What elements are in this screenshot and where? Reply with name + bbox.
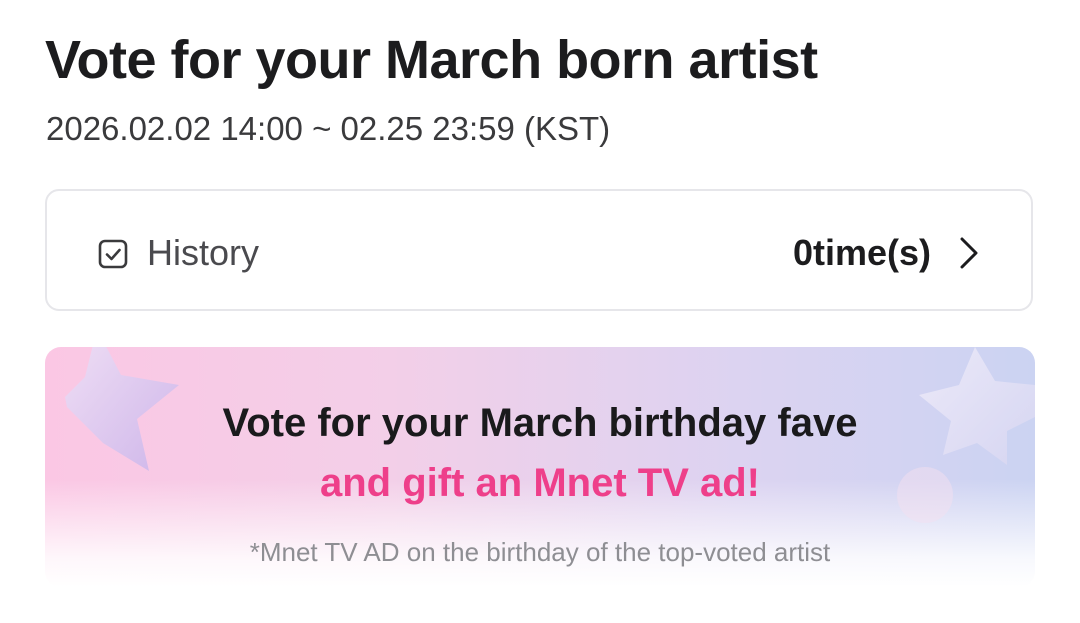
banner-headline: Vote for your March birthday fave xyxy=(222,401,858,445)
banner-subheadline: and gift an Mnet TV ad! xyxy=(320,461,760,505)
vote-period: 2026.02.02 14:00 ~ 02.25 23:59 (KST) xyxy=(46,110,611,147)
history-label: History xyxy=(147,232,260,273)
chevron-right-icon xyxy=(960,237,978,269)
banner-footnote: *Mnet TV AD on the birthday of the top-v… xyxy=(249,537,831,567)
history-count: 0time(s) xyxy=(792,232,931,273)
history-button[interactable]: History 0time(s) xyxy=(45,189,1033,311)
page-title: Vote for your March born artist xyxy=(45,30,818,90)
promo-banner[interactable]: Vote for your March birthday fave and gi… xyxy=(45,347,1035,587)
checkbox-icon xyxy=(98,239,128,269)
vote-page: Vote for your March born artist 2026.02.… xyxy=(0,0,1080,623)
